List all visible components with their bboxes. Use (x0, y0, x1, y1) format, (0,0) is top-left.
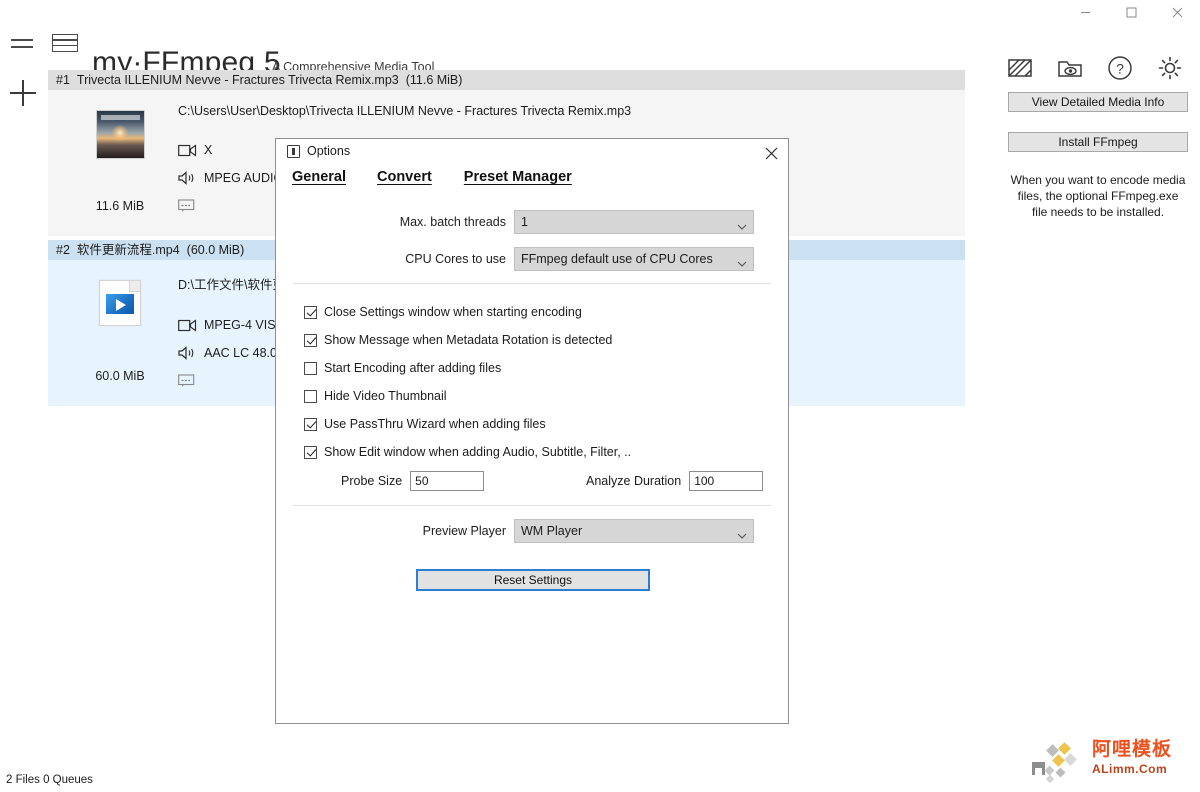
list-view-icon[interactable] (52, 34, 80, 54)
cpu-cores-value: FFmpeg default use of CPU Cores (521, 252, 713, 266)
chevron-down-icon (737, 256, 747, 267)
chevron-down-icon (737, 528, 747, 539)
file-path: C:\Users\User\Desktop\Trivecta ILLENIUM … (178, 104, 632, 118)
header-icon-group: ? (1006, 54, 1184, 82)
reset-settings-button[interactable]: Reset Settings (416, 569, 650, 591)
cpu-cores-select[interactable]: FFmpeg default use of CPU Cores (514, 247, 754, 271)
video-camera-icon (178, 318, 204, 332)
file-size: 60.0 MiB (95, 369, 145, 383)
video-file-thumbnail (99, 280, 141, 326)
watermark-en-text: ALimm.Com (1092, 762, 1168, 776)
max-batch-threads-label: Max. batch threads (399, 215, 506, 229)
checkbox-label: Use PassThru Wizard when adding files (324, 417, 546, 431)
checkbox-box (304, 389, 317, 403)
ffmpeg-install-note: When you want to encode media files, the… (1010, 173, 1186, 219)
dialog-title: Options (307, 144, 351, 158)
close-button[interactable] (1154, 0, 1200, 24)
install-ffmpeg-button[interactable]: Install FFmpeg (1008, 132, 1188, 152)
maximize-button[interactable] (1108, 0, 1154, 24)
checkbox-label: Show Message when Metadata Rotation is d… (324, 333, 613, 347)
diagonal-lines-icon[interactable] (1006, 54, 1034, 82)
checkbox-label: Show Edit window when adding Audio, Subt… (324, 445, 632, 459)
subtitle-icon (178, 374, 204, 388)
checkbox-show-edit-window[interactable]: Show Edit window when adding Audio, Subt… (304, 445, 631, 459)
cpu-cores-label: CPU Cores to use (405, 252, 506, 266)
speaker-icon (178, 346, 204, 360)
right-action-panel: View Detailed Media Info Install FFmpeg … (1008, 92, 1188, 220)
file-thumbnail-wrap: 60.0 MiB (84, 280, 156, 383)
file-name: Trivecta ILLENIUM Nevve - Fractures Triv… (76, 73, 399, 87)
view-detailed-media-info-button[interactable]: View Detailed Media Info (1008, 92, 1188, 112)
speaker-icon (178, 171, 204, 185)
folder-eye-icon[interactable] (1056, 54, 1084, 82)
preview-player-label: Preview Player (422, 524, 506, 538)
checkbox-label: Hide Video Thumbnail (324, 389, 447, 403)
dialog-divider-bottom (293, 505, 771, 506)
probe-size-row: Probe Size (341, 471, 485, 491)
dialog-divider-top (293, 283, 771, 284)
checkbox-label: Close Settings window when starting enco… (324, 305, 582, 319)
checkbox-show-metadata-rotation[interactable]: Show Message when Metadata Rotation is d… (304, 333, 612, 347)
checkbox-label: Start Encoding after adding files (324, 361, 502, 375)
file-index: #2 (56, 243, 70, 257)
probe-size-input[interactable] (410, 471, 485, 491)
checkbox-hide-video-thumbnail[interactable]: Hide Video Thumbnail (304, 389, 447, 403)
analyze-duration-label: Analyze Duration (586, 474, 682, 488)
probe-size-label: Probe Size (341, 474, 403, 488)
analyze-duration-input[interactable] (689, 471, 764, 491)
checkbox-box (304, 305, 317, 319)
preview-player-row: Preview Player WM Player (416, 519, 754, 543)
video-camera-icon (178, 143, 204, 157)
svg-text:?: ? (1116, 61, 1124, 77)
dialog-close-icon[interactable] (760, 143, 782, 163)
window-controls (1062, 0, 1200, 24)
file-index: #1 (56, 73, 70, 87)
max-batch-threads-select[interactable]: 1 (514, 210, 754, 234)
hamburger-menu-icon[interactable] (11, 32, 35, 56)
checkbox-box (304, 417, 317, 431)
tab-convert[interactable]: Convert (377, 169, 432, 185)
analyze-duration-row: Analyze Duration (586, 471, 764, 491)
checkbox-box (304, 361, 317, 375)
dialog-title-area: Options (287, 144, 350, 158)
max-batch-threads-value: 1 (521, 215, 528, 229)
checkbox-close-settings[interactable]: Close Settings window when starting enco… (304, 305, 582, 319)
checkbox-start-encoding[interactable]: Start Encoding after adding files (304, 361, 501, 375)
file-header: #1 Trivecta ILLENIUM Nevve - Fractures Tr… (48, 70, 965, 90)
video-stream-label: X (204, 143, 213, 157)
checkbox-box (304, 333, 317, 347)
cpu-cores-row: CPU Cores to use FFmpeg default use of C… (395, 247, 754, 271)
plus-add-file-icon[interactable] (10, 80, 36, 106)
options-window-icon (287, 144, 300, 158)
status-bar: 2 Files 0 Queues (6, 774, 93, 786)
chevron-down-icon (737, 219, 747, 230)
watermark: 阿哩模板 ALimm.Com (1030, 738, 1190, 784)
minimize-button[interactable] (1062, 0, 1108, 24)
preview-player-select[interactable]: WM Player (514, 519, 754, 543)
preview-player-value: WM Player (521, 524, 583, 538)
file-size-header: (60.0 MiB) (186, 243, 245, 257)
file-size-header: (11.6 MiB) (405, 73, 463, 87)
max-batch-threads-row: Max. batch threads 1 (388, 210, 754, 234)
subtitle-icon (178, 199, 204, 213)
tab-general[interactable]: General (292, 169, 346, 185)
checkbox-use-passthru-wizard[interactable]: Use PassThru Wizard when adding files (304, 417, 546, 431)
file-thumbnail-wrap: 11.6 MiB (84, 110, 156, 213)
window-titlebar (0, 0, 1200, 24)
help-icon[interactable]: ? (1106, 54, 1134, 82)
file-size: 11.6 MiB (95, 199, 145, 213)
watermark-cn-text: 阿哩模板 (1092, 739, 1173, 760)
gear-icon[interactable] (1156, 54, 1184, 82)
app-header: my·FFmpeg 5 A Comprehensive Media Tool ? (0, 24, 1200, 80)
file-name: 软件更新流程.mp4 (76, 243, 180, 257)
checkbox-box (304, 445, 317, 459)
tab-preset-manager[interactable]: Preset Manager (464, 169, 572, 185)
album-art-thumbnail (95, 110, 145, 159)
dialog-tabs: General Convert Preset Manager (292, 169, 572, 185)
